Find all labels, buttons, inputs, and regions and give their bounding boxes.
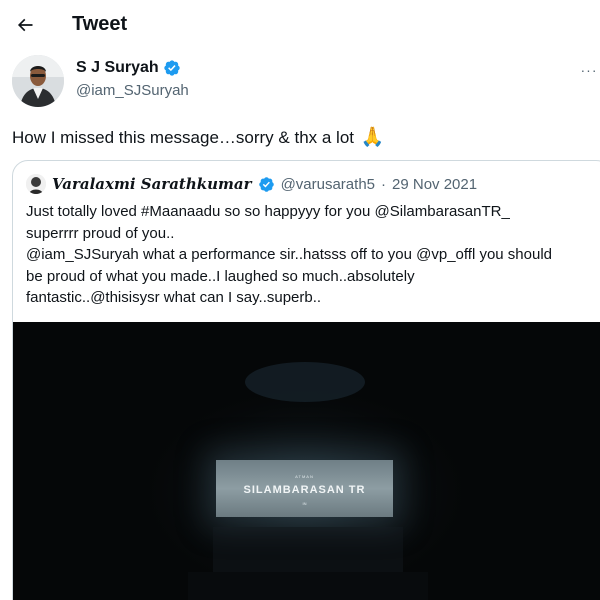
author-avatar[interactable] <box>12 55 64 107</box>
screen-title: SILAMBARASAN TR <box>243 484 366 496</box>
verified-badge-icon <box>258 176 274 192</box>
cinema-screen: ATMAN SILAMBARASAN TR IN <box>216 460 393 517</box>
more-options-button[interactable]: ··· <box>578 58 600 82</box>
quoted-text-line: fantastic..@thisisysr what can I say..su… <box>26 289 322 306</box>
tweet-text: How I missed this message…sorry & thx a … <box>12 125 384 149</box>
tweet-body: How I missed this message…sorry & thx a … <box>12 128 355 147</box>
quoted-tweet-text: Just totally loved #Maanaadu so so happy… <box>26 201 600 309</box>
more-horizontal-icon: ··· <box>580 62 598 78</box>
person-avatar-image <box>12 55 64 107</box>
quoted-author-avatar <box>26 174 46 194</box>
quoted-date: 29 Nov 2021 <box>392 175 478 193</box>
person-avatar-image <box>26 174 46 194</box>
top-bar: Tweet <box>0 0 600 50</box>
quoted-text-line: @iam_SJSuryah what a performance sir..ha… <box>26 246 553 263</box>
quoted-tweet-card[interactable]: Varalaxmi Sarathkumar @varusarath5 · 29 … <box>12 160 600 600</box>
back-button[interactable] <box>10 8 40 42</box>
arrow-left-icon <box>17 18 33 32</box>
quoted-author-name: Varalaxmi Sarathkumar <box>52 175 252 193</box>
page-title: Tweet <box>72 13 128 35</box>
quoted-tweet-header: Varalaxmi Sarathkumar @varusarath5 · 29 … <box>26 173 477 195</box>
screen-caption: ATMAN <box>295 474 314 479</box>
quoted-text-line: Just totally loved #Maanaadu so so happy… <box>26 203 510 220</box>
quoted-media-image[interactable]: ATMAN SILAMBARASAN TR IN <box>13 322 600 600</box>
quoted-author-handle: @varusarath5 <box>280 175 376 193</box>
author-handle[interactable]: @iam_SJSuryah <box>76 82 189 99</box>
tweet-author: S J Suryah @iam_SJSuryah ··· <box>0 52 600 112</box>
quoted-text-line: superrrr proud of you.. <box>26 224 175 242</box>
quoted-text-line: be proud of what you made..I laughed so … <box>26 267 415 285</box>
separator-dot: · <box>381 175 387 193</box>
folded-hands-emoji: 🙏 <box>360 127 385 148</box>
author-name[interactable]: S J Suryah <box>76 59 159 77</box>
verified-badge-icon <box>164 60 180 76</box>
screen-caption-bottom: IN <box>302 501 307 506</box>
